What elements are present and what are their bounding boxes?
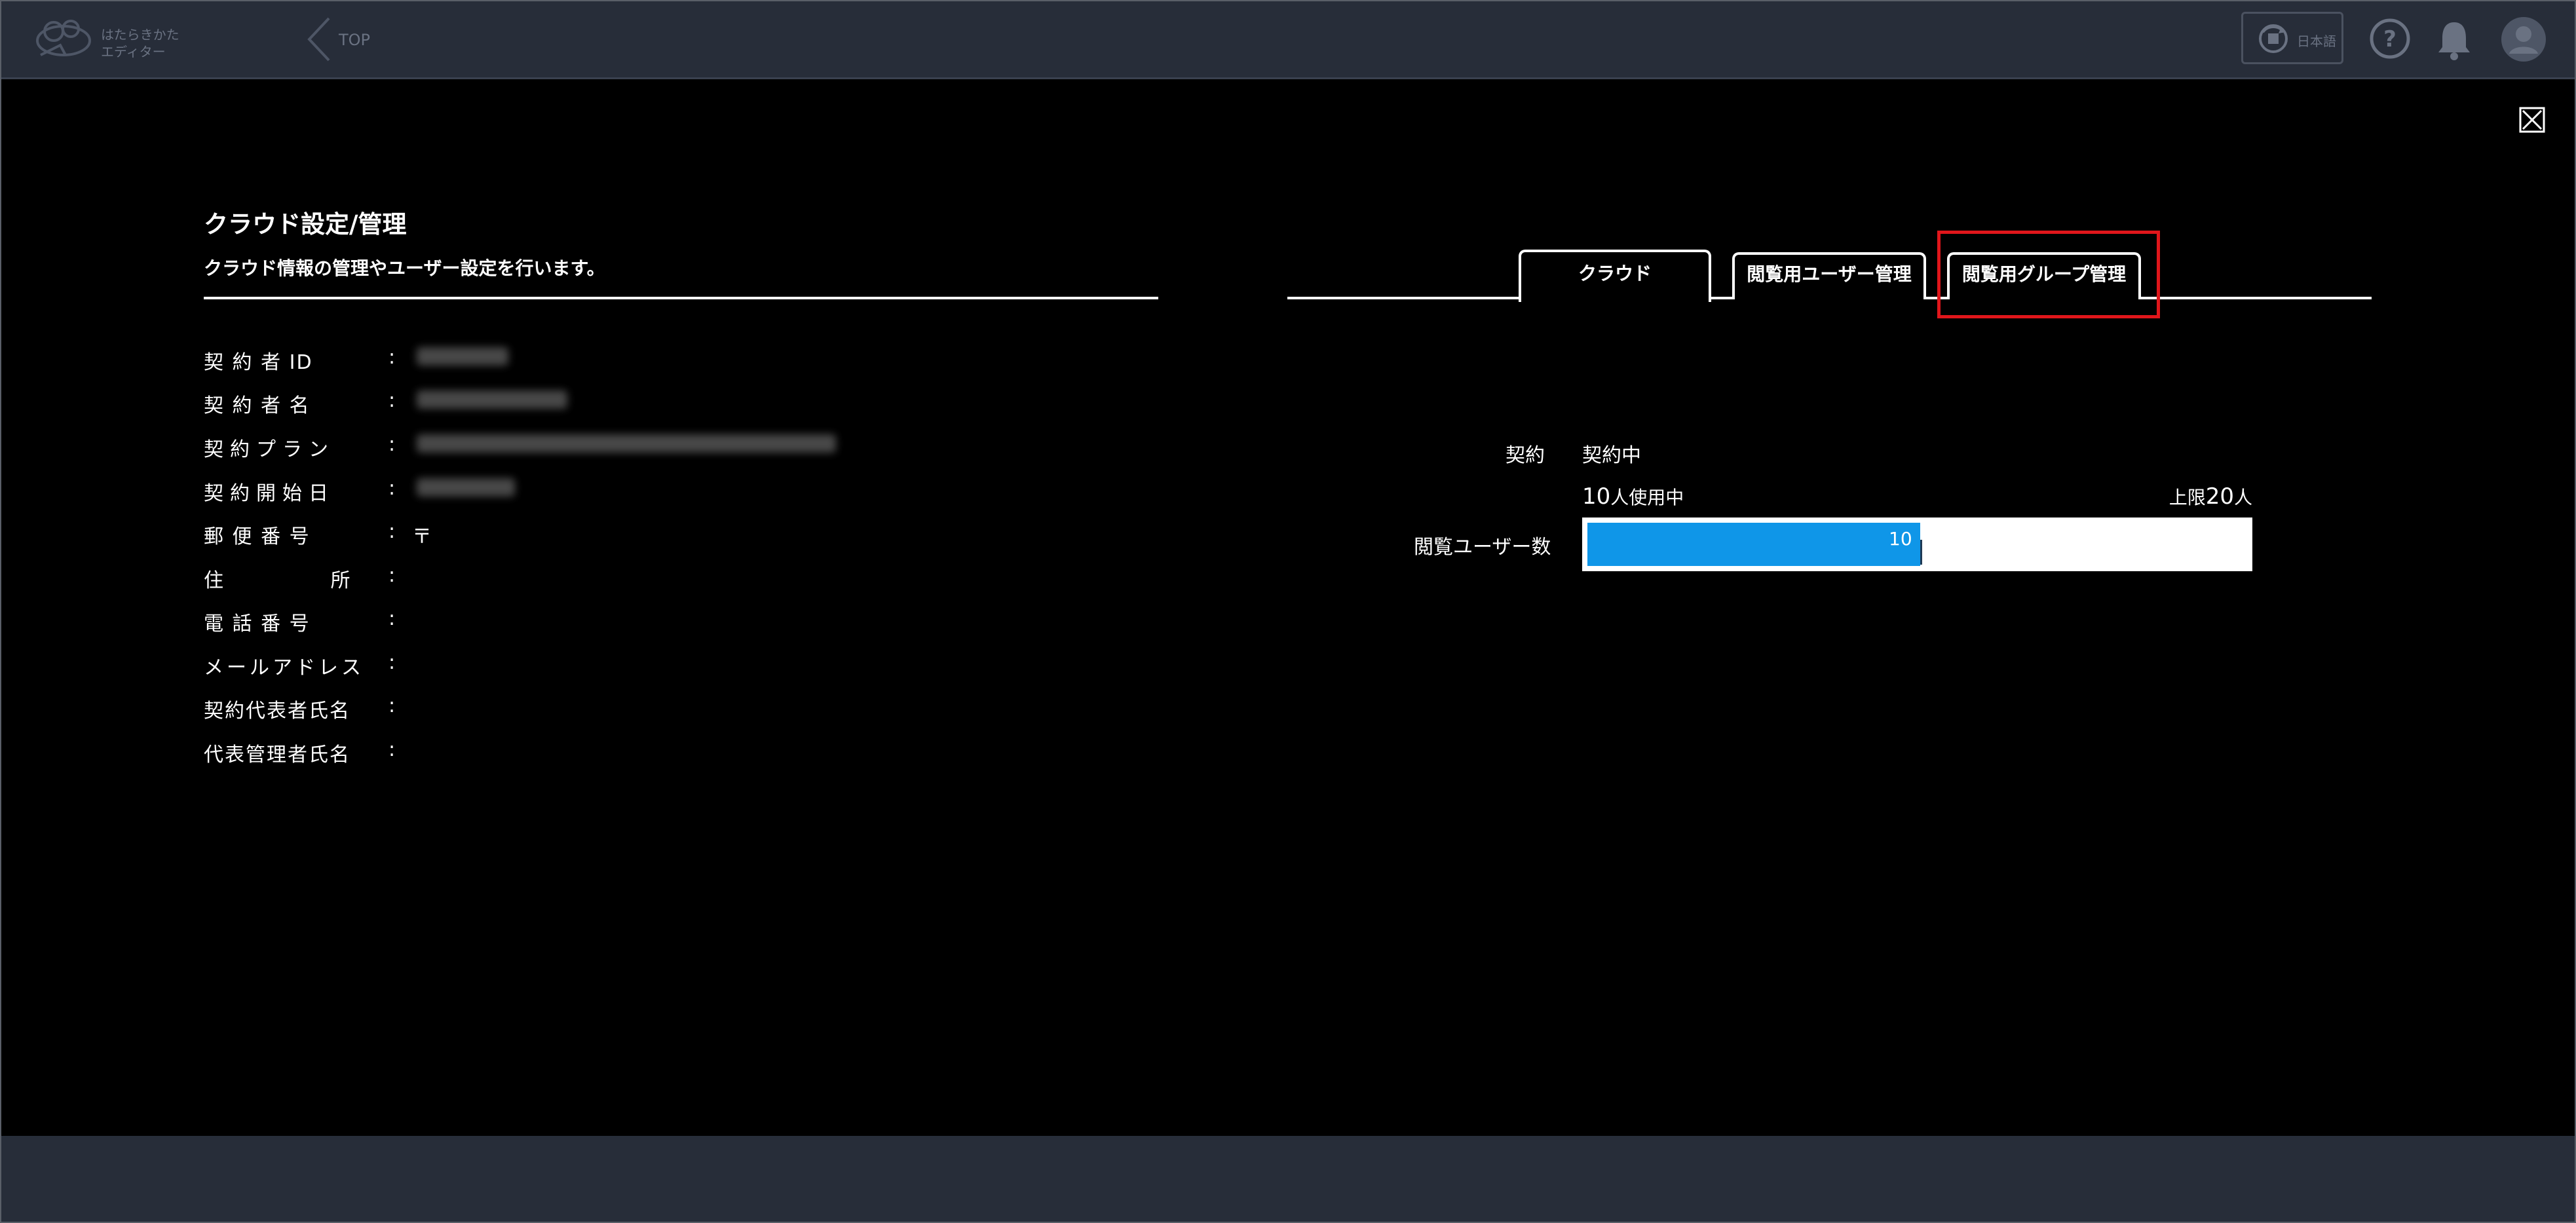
blurred-value [417, 478, 515, 497]
bell-icon[interactable] [2436, 18, 2472, 60]
language-button[interactable]: 日本語 [2241, 12, 2343, 64]
avatar-icon[interactable] [2500, 16, 2547, 63]
contract-label: 契約 [1506, 444, 1545, 467]
back-link[interactable]: TOP [339, 31, 370, 49]
info-label: 契約開始日 [204, 482, 335, 505]
viewer-usage-bar: 10 [1582, 517, 2252, 571]
viewer-count-label: 閲覧ユーザー数 [1414, 536, 1551, 559]
bottom-bar [1, 1136, 2575, 1222]
usage-text: 10人使用中 [1582, 483, 1684, 510]
info-colon: : [388, 694, 397, 717]
tab-cloud[interactable]: クラウド [1519, 250, 1711, 302]
logo-text: はたらきかた エディター [101, 26, 180, 60]
info-colon: : [388, 651, 397, 674]
info-label: 電 話 番 号 [204, 612, 311, 635]
info-label: 代表管理者氏名 [204, 743, 350, 766]
logo-text-line1: はたらきかた [101, 27, 180, 43]
limit-text: 上限20人 [2169, 483, 2252, 510]
info-label: メールアドレス [204, 656, 364, 679]
divider [204, 297, 1158, 299]
info-label: 契 約 者 名 [204, 394, 311, 417]
progress-fill [1587, 523, 1920, 566]
info-label: 契約プラン [204, 438, 335, 461]
info-label: 郵 便 番 号 [204, 525, 311, 548]
highlight-box [1937, 231, 2160, 318]
logo-text-line2: エディター [101, 44, 166, 60]
info-colon: : [388, 738, 397, 761]
close-icon[interactable] [2519, 107, 2545, 133]
limit-suffix: 人 [2233, 487, 2252, 508]
info-colon: : [388, 389, 397, 412]
progress-value: 10 [1889, 528, 1912, 550]
info-colon: : [388, 520, 397, 543]
used-suffix: 人使用中 [1610, 487, 1684, 508]
limit-prefix: 上限 [2169, 487, 2206, 508]
svg-text:?: ? [2383, 26, 2396, 52]
info-label: 住 所 [204, 569, 352, 592]
limit-count: 20 [2205, 483, 2234, 510]
blurred-value [417, 390, 567, 409]
page-subtitle: クラウド情報の管理やユーザー設定を行います。 [204, 257, 605, 279]
info-colon: : [388, 346, 397, 369]
used-count: 10 [1582, 483, 1611, 510]
blurred-value [417, 347, 508, 366]
help-icon[interactable]: ? [2369, 18, 2411, 60]
contract-status: 契約中 [1582, 444, 1641, 467]
language-label: 日本語 [2297, 33, 2336, 49]
info-colon: : [388, 564, 397, 587]
progress-tick [1920, 540, 1922, 565]
translate-icon [2259, 24, 2288, 53]
top-bar: はたらきかた エディター TOP 日本語 ? [1, 1, 2575, 79]
page-title: クラウド設定/管理 [204, 210, 407, 238]
tab-viewer-users[interactable]: 閲覧用ユーザー管理 [1732, 252, 1926, 299]
info-label: 契約代表者氏名 [204, 700, 350, 723]
info-colon: : [388, 477, 397, 500]
info-colon: : [388, 607, 397, 630]
postal-value: 〒 [412, 525, 433, 548]
blurred-value [417, 434, 836, 453]
logo-icon[interactable] [28, 16, 106, 63]
info-colon: : [388, 433, 397, 456]
info-label: 契 約 者 ID [204, 351, 313, 374]
